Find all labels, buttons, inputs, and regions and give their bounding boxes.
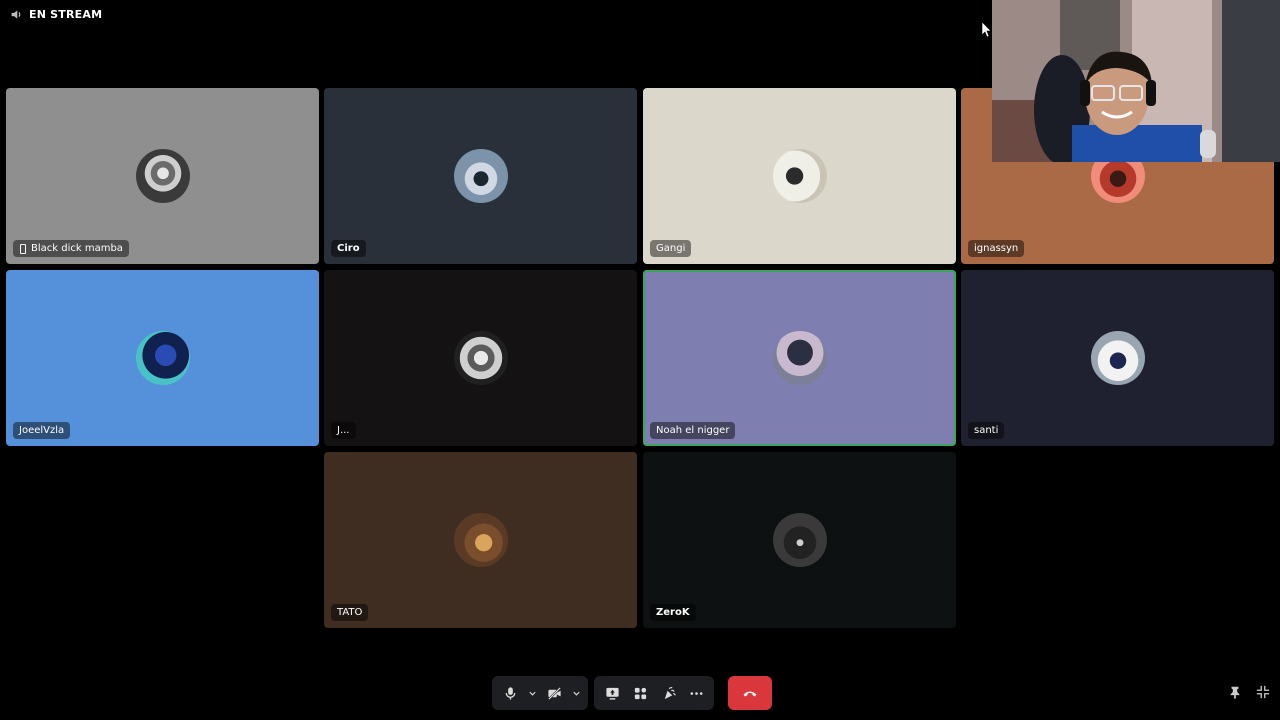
avatar (772, 513, 827, 567)
participant-nametag: ZeroK (650, 604, 696, 621)
participant-name: Noah el nigger (656, 425, 730, 436)
soundboard-button[interactable] (654, 676, 682, 710)
call-controls (492, 676, 772, 710)
mic-options-chevron-icon (528, 691, 536, 696)
exit-fullscreen-icon (1256, 685, 1270, 699)
avatar (453, 513, 508, 567)
participant-nametag: J... (331, 422, 356, 439)
participant-nametag: TATO (331, 604, 369, 621)
activities-icon (634, 687, 646, 699)
participant-tile[interactable]: Ciro (324, 88, 637, 264)
participant-name: Gangi (656, 243, 686, 254)
avatar (772, 331, 827, 385)
hang-up-icon (743, 691, 757, 697)
exit-fullscreen-button[interactable] (1256, 684, 1270, 703)
participant-name: ignassyn (974, 243, 1019, 254)
screen-share-icon (605, 687, 619, 700)
avatar (453, 149, 508, 203)
microphone-icon (505, 686, 515, 700)
participant-tile[interactable]: TATO (324, 452, 637, 628)
mobile-icon (20, 243, 26, 254)
stream-label: EN STREAM (29, 8, 103, 21)
participant-name: JoeelVzla (19, 425, 65, 436)
participant-name: TATO (337, 607, 363, 618)
more-options-button[interactable] (682, 676, 710, 710)
streamer-webcam (992, 0, 1280, 162)
avatar (135, 149, 190, 203)
avatar (772, 149, 827, 203)
participant-tile[interactable]: santi (961, 270, 1274, 446)
speaker-icon (11, 10, 21, 19)
participant-nametag: ignassyn (968, 240, 1025, 257)
participant-tile[interactable]: Gangi (643, 88, 956, 264)
participant-name: ZeroK (656, 607, 690, 618)
mouse-cursor-icon (981, 21, 992, 42)
participant-nametag: Noah el nigger (650, 422, 736, 439)
participant-tile[interactable]: J... (324, 270, 637, 446)
participant-nametag: Ciro (331, 240, 366, 257)
avatar (1090, 331, 1145, 385)
participant-name: santi (974, 425, 999, 436)
participant-nametag: JoeelVzla (13, 422, 71, 439)
participant-name: Ciro (337, 243, 360, 254)
participant-tile[interactable]: JoeelVzla (6, 270, 319, 446)
camera-options-button[interactable] (568, 676, 584, 710)
screen-share-button[interactable] (598, 676, 626, 710)
more-options-icon (690, 691, 702, 695)
activities-button[interactable] (626, 676, 654, 710)
avatar (453, 331, 508, 385)
participant-name: Black dick mamba (31, 243, 123, 254)
mic-options-button[interactable] (524, 676, 540, 710)
avatar (135, 331, 190, 385)
participant-nametag: santi (968, 422, 1005, 439)
participant-tile-speaking[interactable]: Noah el nigger (643, 270, 956, 446)
audio-video-group (492, 676, 588, 710)
participant-tile[interactable]: Black dick mamba (6, 88, 319, 264)
participant-tile[interactable]: ZeroK (643, 452, 956, 628)
camera-off-icon (547, 686, 561, 700)
actions-group (594, 676, 714, 710)
camera-options-chevron-icon (572, 691, 580, 696)
participant-nametag: Black dick mamba (13, 240, 129, 257)
camera-button[interactable] (540, 676, 568, 710)
soundboard-icon (664, 686, 676, 699)
corner-controls (1228, 684, 1270, 703)
stream-header: EN STREAM (10, 8, 102, 21)
pin-button[interactable] (1228, 684, 1242, 703)
participant-nametag: Gangi (650, 240, 692, 257)
participant-name: J... (337, 425, 350, 436)
microphone-button[interactable] (496, 676, 524, 710)
pin-icon (1230, 686, 1240, 699)
hang-up-button[interactable] (728, 676, 772, 710)
